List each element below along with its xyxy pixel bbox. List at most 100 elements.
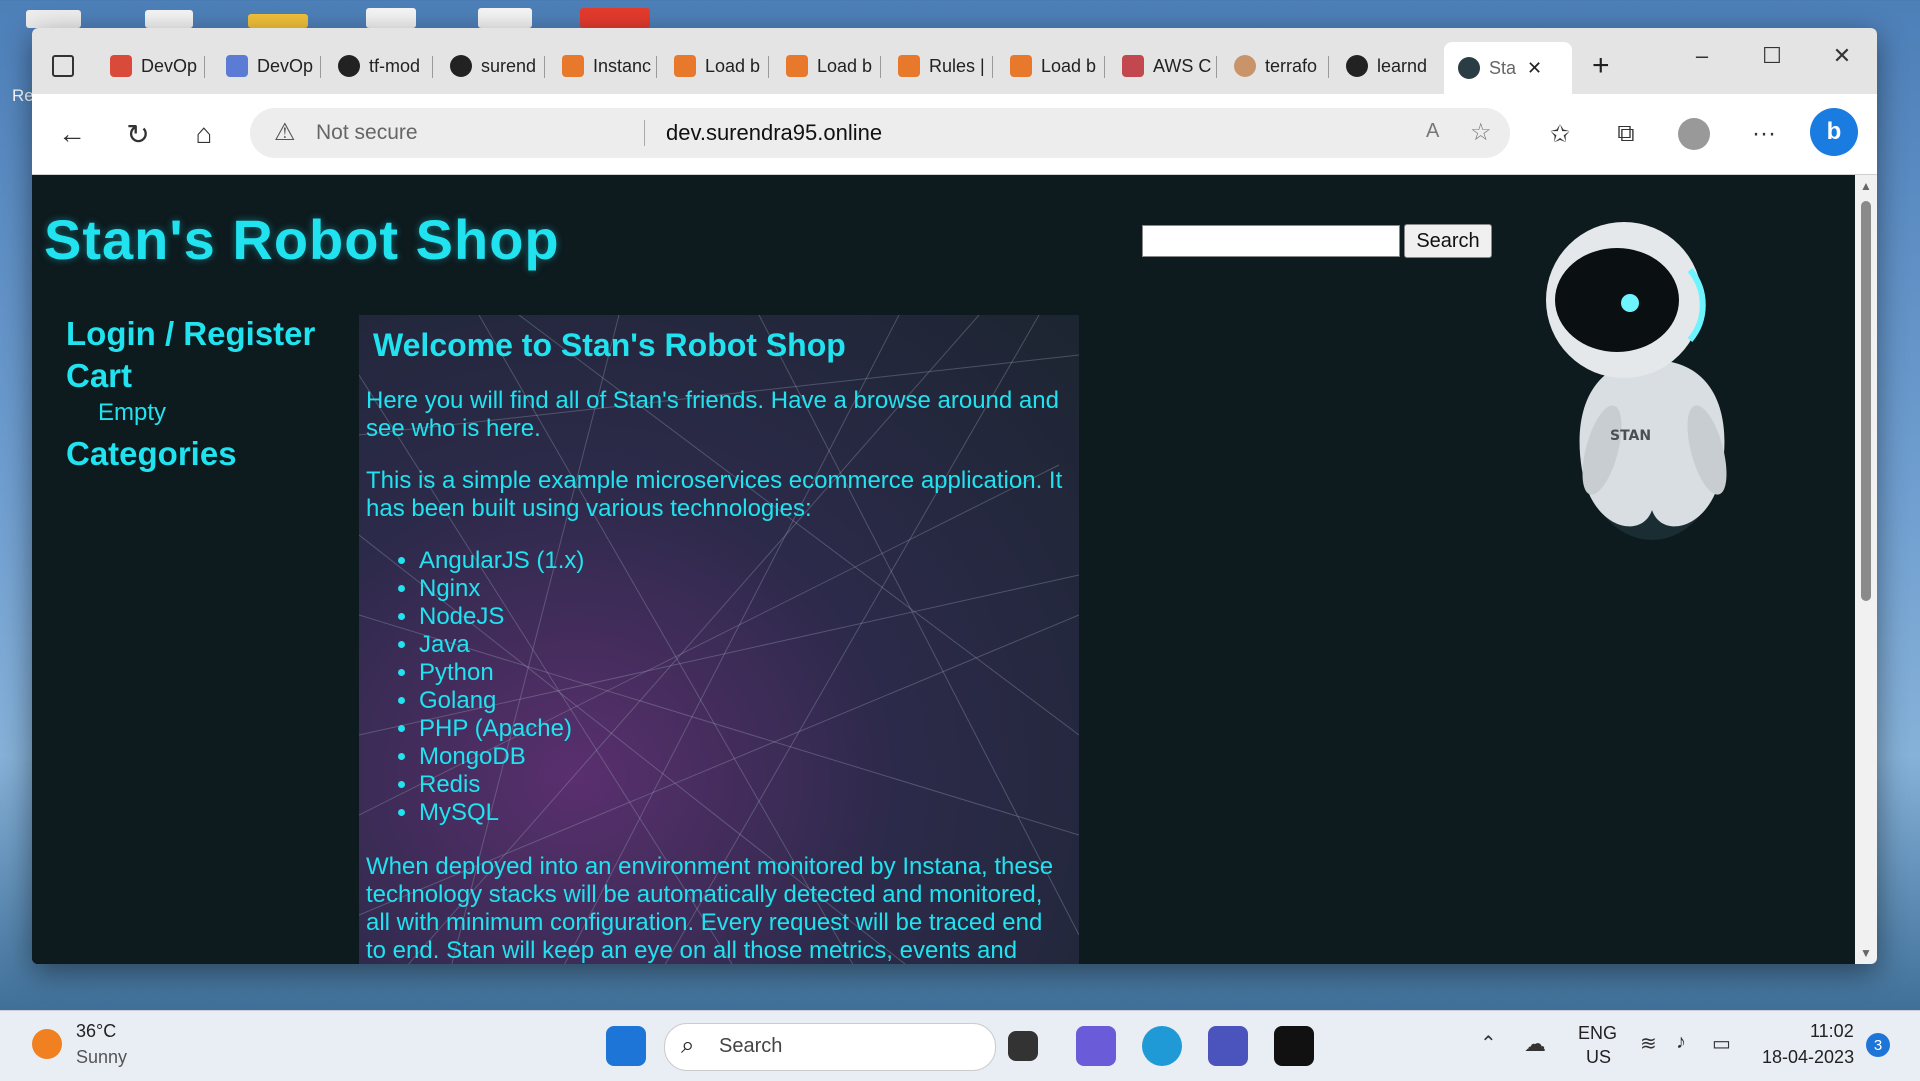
search-button[interactable]: Search: [1404, 224, 1492, 258]
close-tab-icon[interactable]: ✕: [1527, 58, 1542, 79]
aws-icon: [898, 55, 920, 77]
taskbar: 36°C Sunny ⌕ Search ⌃ ☁ ENG US ≋ ♪ ▭ 11:…: [0, 1010, 1920, 1081]
chat-icon[interactable]: [1076, 1026, 1116, 1066]
close-window-icon[interactable]: ✕: [1822, 38, 1862, 74]
maximize-icon[interactable]: ☐: [1752, 38, 1792, 74]
desktop-icon[interactable]: [145, 10, 193, 28]
tab-active[interactable]: Sta ✕: [1444, 42, 1572, 94]
clock-time[interactable]: 11:02: [1810, 1021, 1854, 1042]
tab-item[interactable]: tf-mod: [338, 48, 427, 84]
gmail-icon: [110, 55, 132, 77]
login-register-link[interactable]: Login / Register: [66, 315, 315, 353]
vertical-scrollbar[interactable]: ▲ ▼: [1855, 175, 1877, 964]
github-icon: [1346, 55, 1368, 77]
search-icon: ⌕: [681, 1032, 695, 1059]
weather-icon[interactable]: [32, 1029, 62, 1059]
document-icon: [226, 55, 248, 77]
robot-label: STAN: [1610, 428, 1651, 444]
url-text: dev.surendra95.online: [666, 120, 883, 145]
edge-icon[interactable]: [1142, 1026, 1182, 1066]
list-item: MySQL: [419, 799, 584, 827]
robot-icon: [1458, 57, 1480, 79]
technology-list: AngularJS (1.x) Nginx NodeJS Java Python…: [419, 547, 584, 827]
tab-item[interactable]: Load b: [786, 48, 875, 84]
tab-item[interactable]: Load b: [1010, 48, 1099, 84]
github-icon: [450, 55, 472, 77]
tab-item[interactable]: AWS C: [1122, 48, 1211, 84]
security-status: Not secure: [316, 121, 418, 144]
tab-actions-icon[interactable]: [52, 48, 83, 84]
list-item: Nginx: [419, 575, 584, 603]
address-bar: ← ↻ ⌂ ⚠ Not secure dev.surendra95.online…: [32, 94, 1877, 175]
desktop-label: Re: [12, 86, 34, 105]
closing-text: When deployed into an environment monito…: [366, 853, 1054, 964]
list-item: Redis: [419, 771, 584, 799]
collections-icon[interactable]: ⧉: [1606, 114, 1646, 154]
tab-item[interactable]: Rules |: [898, 48, 987, 84]
intro-text: Here you will find all of Stan's friends…: [366, 387, 1059, 442]
battery-icon[interactable]: ▭: [1712, 1031, 1731, 1056]
desktop-icon[interactable]: [478, 8, 532, 28]
site-title[interactable]: Stan's Robot Shop: [44, 207, 560, 272]
language-indicator[interactable]: ENG: [1578, 1023, 1617, 1044]
desktop-icon[interactable]: [26, 10, 81, 28]
search-input[interactable]: [1142, 225, 1400, 257]
tab-item[interactable]: Instanc: [562, 48, 651, 84]
tab-item[interactable]: terrafo: [1234, 48, 1323, 84]
github-icon: [338, 55, 360, 77]
side-nav: Login / Register Cart Empty Categories: [66, 315, 315, 477]
list-item: Golang: [419, 687, 584, 715]
tab-item[interactable]: surend: [450, 48, 539, 84]
notification-badge[interactable]: 3: [1866, 1033, 1890, 1057]
teams-icon[interactable]: [1208, 1026, 1248, 1066]
tab-item[interactable]: learnd: [1346, 48, 1435, 84]
aws-icon: [674, 55, 696, 77]
taskbar-search[interactable]: ⌕ Search: [664, 1023, 996, 1071]
categories-link[interactable]: Categories: [66, 435, 315, 473]
home-icon[interactable]: ⌂: [184, 114, 224, 154]
new-tab-button[interactable]: +: [1592, 48, 1610, 84]
list-item: Java: [419, 631, 584, 659]
start-icon[interactable]: [606, 1026, 646, 1066]
aws-icon: [1010, 55, 1032, 77]
onedrive-icon[interactable]: ☁: [1524, 1031, 1546, 1057]
scroll-thumb[interactable]: [1861, 201, 1871, 601]
desktop-icon[interactable]: [366, 8, 416, 28]
url-field[interactable]: ⚠ Not secure dev.surendra95.online A ☆: [250, 108, 1510, 158]
list-item: Python: [419, 659, 584, 687]
profile-icon[interactable]: [1674, 114, 1714, 154]
tab-item[interactable]: DevOp: [110, 48, 199, 84]
terraform-avatar-icon: [1234, 55, 1256, 77]
more-options-icon[interactable]: ···: [1744, 114, 1784, 154]
browser-window: DevOp DevOp tf-mod surend Instanc Load b…: [32, 28, 1877, 964]
bing-icon[interactable]: b: [1810, 108, 1858, 156]
reload-icon[interactable]: ↻: [118, 114, 158, 154]
intellij-icon[interactable]: [1274, 1026, 1314, 1066]
wifi-icon[interactable]: ≋: [1640, 1031, 1657, 1056]
list-item: AngularJS (1.x): [419, 547, 584, 575]
clock-date[interactable]: 18-04-2023: [1762, 1047, 1854, 1068]
show-hidden-icons[interactable]: ⌃: [1480, 1031, 1497, 1056]
desktop-icon[interactable]: [580, 8, 650, 28]
robot-mascot-image: STAN: [1502, 210, 1742, 555]
favorites-icon[interactable]: ✩: [1540, 114, 1580, 154]
read-aloud-icon[interactable]: A: [1426, 120, 1439, 143]
aws-icon: [786, 55, 808, 77]
tab-item[interactable]: Load b: [674, 48, 763, 84]
weather-desc: Sunny: [76, 1047, 128, 1067]
back-icon[interactable]: ←: [52, 114, 92, 154]
folder-icon[interactable]: [248, 14, 308, 28]
warning-icon: ⚠: [274, 119, 296, 146]
aws-icon: [562, 55, 584, 77]
minimize-icon[interactable]: –: [1682, 38, 1722, 74]
aws-console-icon: [1122, 55, 1144, 77]
favorite-star-icon[interactable]: ☆: [1470, 118, 1492, 147]
volume-icon[interactable]: ♪: [1676, 1031, 1686, 1054]
list-item: NodeJS: [419, 603, 584, 631]
cart-link[interactable]: Cart: [66, 357, 315, 395]
task-view-icon[interactable]: [1008, 1031, 1038, 1061]
welcome-heading: Welcome to Stan's Robot Shop: [373, 327, 846, 363]
tab-item[interactable]: DevOp: [226, 48, 315, 84]
cart-status: Empty: [98, 399, 167, 426]
web-page: Stan's Robot Shop Search Login / Registe…: [32, 175, 1855, 964]
